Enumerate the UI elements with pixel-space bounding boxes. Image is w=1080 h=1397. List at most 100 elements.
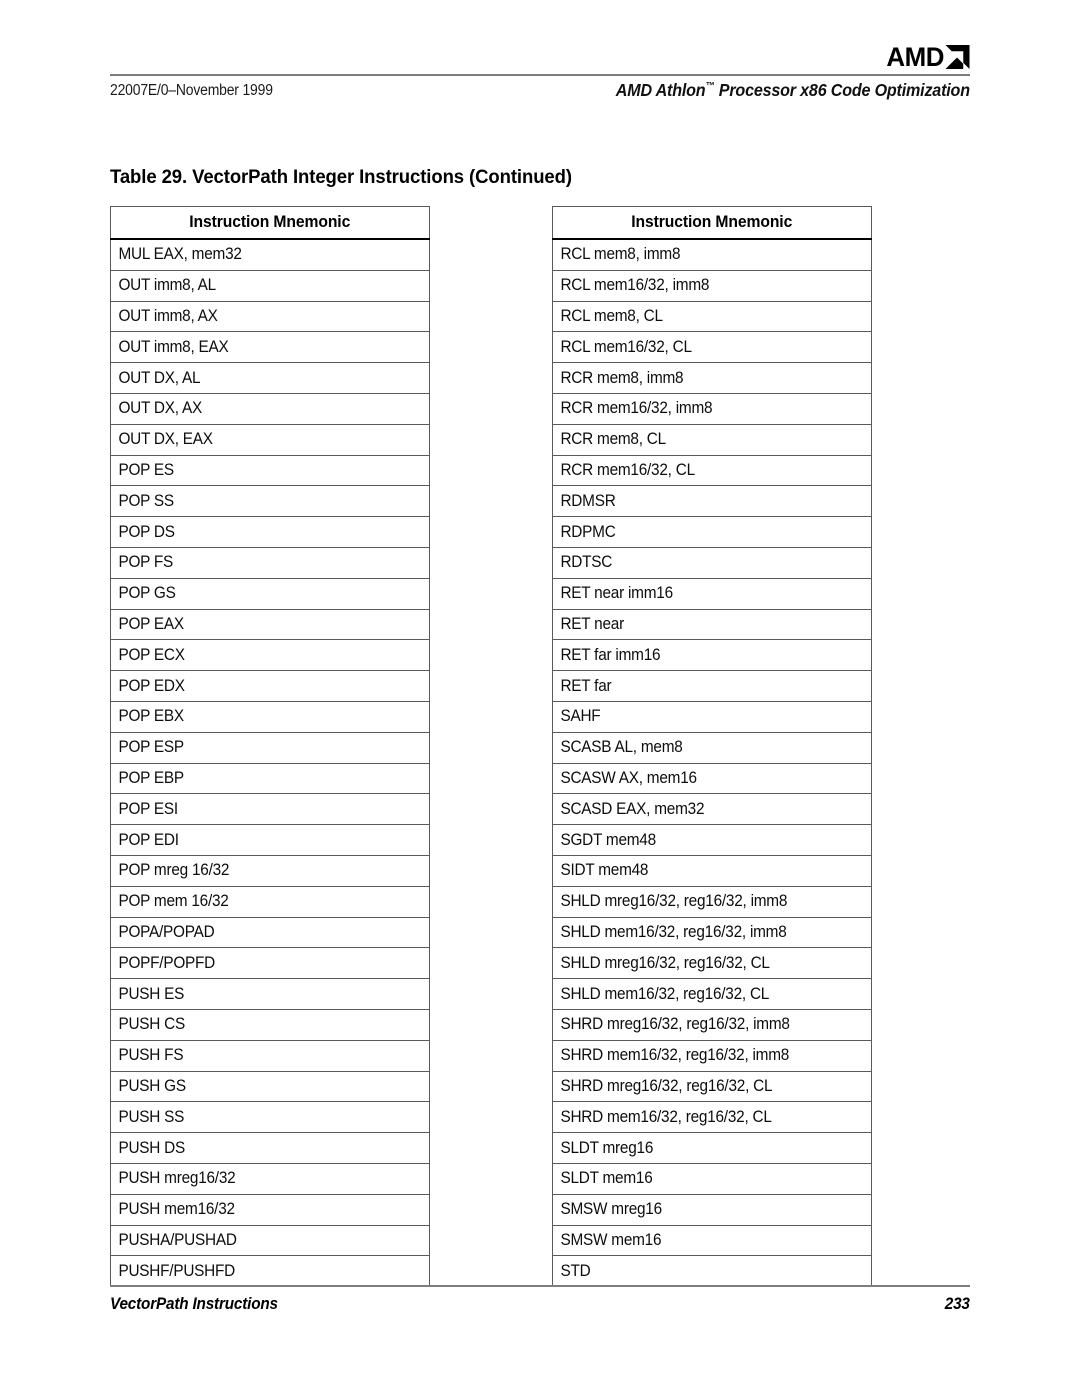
instruction-mnemonic-text: OUT imm8, EAX: [118, 337, 229, 356]
instruction-mnemonic-text: SHLD mreg16/32, reg16/32, CL: [560, 953, 770, 972]
instruction-mnemonic-cell: OUT DX, AX: [110, 392, 430, 425]
instruction-mnemonic-cell: SGDT mem48: [552, 824, 872, 856]
table-row: SHLD mem16/32, reg16/32, imm8: [552, 916, 872, 949]
instruction-mnemonic-text: SCASB AL, mem8: [560, 738, 683, 757]
instruction-mnemonic-text: POP ESP: [118, 738, 184, 757]
table-row: OUT imm8, AL: [110, 269, 430, 302]
document-id: 22007E/0–November 1999: [110, 82, 273, 99]
amd-logo: AMD: [884, 44, 970, 71]
instruction-mnemonic-cell: RDMSR: [552, 485, 872, 518]
instruction-mnemonic-text: SAHF: [560, 707, 601, 726]
instruction-mnemonic-text: POP EDX: [118, 676, 185, 695]
amd-arrow-icon: [945, 45, 970, 69]
instruction-mnemonic-cell: RCR mem8, imm8: [552, 362, 872, 394]
instruction-mnemonic-text: SGDT mem48: [560, 830, 656, 849]
instruction-mnemonic-text: RCR mem8, imm8: [560, 368, 684, 387]
instruction-mnemonic-text: POP mem 16/32: [118, 892, 229, 911]
table-row: POP ES: [110, 454, 430, 487]
footer-section-name: VectorPath Instructions: [110, 1294, 278, 1313]
table-row: POP GS: [110, 577, 430, 610]
instruction-mnemonic-text: POP ESI: [118, 799, 178, 818]
instruction-mnemonic-cell: OUT imm8, EAX: [110, 331, 430, 364]
table-row: POP ESI: [110, 793, 430, 826]
table-header-row: Instruction Mnemonic: [552, 206, 872, 240]
instruction-mnemonic-text: RET near imm16: [560, 584, 673, 603]
instruction-mnemonic-text: RET far imm16: [560, 645, 661, 664]
instruction-mnemonic-cell: POP mreg 16/32: [110, 854, 430, 887]
instruction-mnemonic-cell: SIDT mem48: [552, 854, 872, 887]
instruction-mnemonic-text: POP FS: [118, 553, 174, 572]
instruction-mnemonic-text: POP EBX: [118, 707, 184, 726]
instruction-mnemonic-text: SHLD mem16/32, reg16/32, CL: [560, 984, 770, 1003]
table-row: RCL mem8, CL: [552, 300, 872, 333]
instruction-mnemonic-text: SLDT mreg16: [560, 1138, 654, 1157]
table-row: POP EAX: [110, 608, 430, 641]
table-row: POP mem 16/32: [110, 885, 430, 918]
table-row: PUSH SS: [110, 1101, 430, 1134]
instruction-mnemonic-cell: STD: [552, 1255, 872, 1288]
instruction-mnemonic-text: OUT DX, AL: [118, 368, 201, 387]
instruction-mnemonic-text: MUL EAX, mem32: [118, 245, 242, 264]
table-row: SHLD mem16/32, reg16/32, CL: [552, 978, 872, 1010]
table-row: OUT DX, AX: [110, 392, 430, 425]
instruction-mnemonic-cell: SMSW mem16: [552, 1224, 872, 1257]
vectorpath-table-left: Instruction Mnemonic MUL EAX, mem32 OUT i…: [110, 206, 430, 1288]
instruction-mnemonic-cell: SMSW mreg16: [552, 1193, 872, 1226]
instruction-mnemonic-cell: SHRD mreg16/32, reg16/32, CL: [552, 1070, 872, 1103]
table-header-row: Instruction Mnemonic: [110, 206, 430, 240]
instruction-mnemonic-cell: POP EDI: [110, 824, 430, 856]
table-row: SHLD mreg16/32, reg16/32, CL: [552, 947, 872, 980]
instruction-mnemonic-cell: RCR mem8, CL: [552, 423, 872, 456]
instruction-mnemonic-cell: RDTSC: [552, 546, 872, 579]
table-row: RET near: [552, 608, 872, 641]
instruction-mnemonic-cell: PUSHA/PUSHAD: [110, 1224, 430, 1257]
instruction-mnemonic-cell: POP ESI: [110, 793, 430, 826]
instruction-mnemonic-cell: SCASW AX, mem16: [552, 762, 872, 795]
instruction-mnemonic-cell: SHRD mem16/32, reg16/32, imm8: [552, 1039, 872, 1072]
header-divider: [110, 74, 970, 76]
instruction-mnemonic-cell: POP DS: [110, 516, 430, 548]
instruction-mnemonic-text: RCR mem16/32, imm8: [560, 399, 713, 418]
table-caption: Table 29. VectorPath Integer Instruction…: [110, 166, 572, 188]
table-row: PUSH DS: [110, 1132, 430, 1164]
table-row: OUT imm8, AX: [110, 300, 430, 333]
instruction-mnemonic-cell: OUT DX, EAX: [110, 423, 430, 456]
table-row: SHLD mreg16/32, reg16/32, imm8: [552, 885, 872, 918]
table-row: PUSH FS: [110, 1039, 430, 1072]
instruction-mnemonic-cell: POP FS: [110, 546, 430, 579]
page-number: 233: [945, 1294, 970, 1313]
instruction-mnemonic-text: STD: [560, 1261, 591, 1280]
table-row: POP EBX: [110, 700, 430, 733]
instruction-mnemonic-cell: RET near imm16: [552, 577, 872, 610]
instruction-mnemonic-text: POP DS: [118, 522, 175, 541]
table-row: POPA/POPAD: [110, 916, 430, 949]
instruction-mnemonic-cell: RCL mem16/32, CL: [552, 331, 872, 364]
instruction-mnemonic-text: PUSH ES: [118, 984, 185, 1003]
instruction-mnemonic-cell: PUSH GS: [110, 1070, 430, 1103]
instruction-mnemonic-cell: SCASD EAX, mem32: [552, 793, 872, 826]
instruction-mnemonic-text: PUSH GS: [118, 1076, 186, 1095]
table-row: PUSH GS: [110, 1070, 430, 1103]
table-row: RCR mem8, CL: [552, 423, 872, 456]
table-row: POP EBP: [110, 762, 430, 795]
instruction-mnemonic-cell: PUSH DS: [110, 1132, 430, 1164]
instruction-mnemonic-cell: OUT imm8, AX: [110, 300, 430, 333]
instruction-mnemonic-text: RDTSC: [560, 553, 613, 572]
instruction-mnemonic-cell: RDPMC: [552, 516, 872, 548]
instruction-mnemonic-text: RET near: [560, 614, 624, 633]
instruction-mnemonic-text: SIDT mem48: [560, 861, 649, 880]
instruction-mnemonic-cell: POP EDX: [110, 670, 430, 702]
instruction-mnemonic-text: RCL mem16/32, CL: [560, 337, 692, 356]
table-row: RCL mem16/32, CL: [552, 331, 872, 364]
instruction-mnemonic-text: POPA/POPAD: [118, 922, 215, 941]
instruction-mnemonic-text: PUSH CS: [118, 1015, 186, 1034]
table-row: RET far: [552, 670, 872, 702]
instruction-mnemonic-cell: POPF/POPFD: [110, 947, 430, 980]
table-row: POP ESP: [110, 731, 430, 764]
table-row: RDTSC: [552, 546, 872, 579]
instruction-mnemonic-text: SHRD mem16/32, reg16/32, imm8: [560, 1046, 790, 1065]
instruction-mnemonic-text: SHLD mem16/32, reg16/32, imm8: [560, 922, 787, 941]
table-row: SAHF: [552, 700, 872, 733]
table-row: POP mreg 16/32: [110, 854, 430, 887]
instruction-mnemonic-cell: SHLD mem16/32, reg16/32, CL: [552, 978, 872, 1010]
